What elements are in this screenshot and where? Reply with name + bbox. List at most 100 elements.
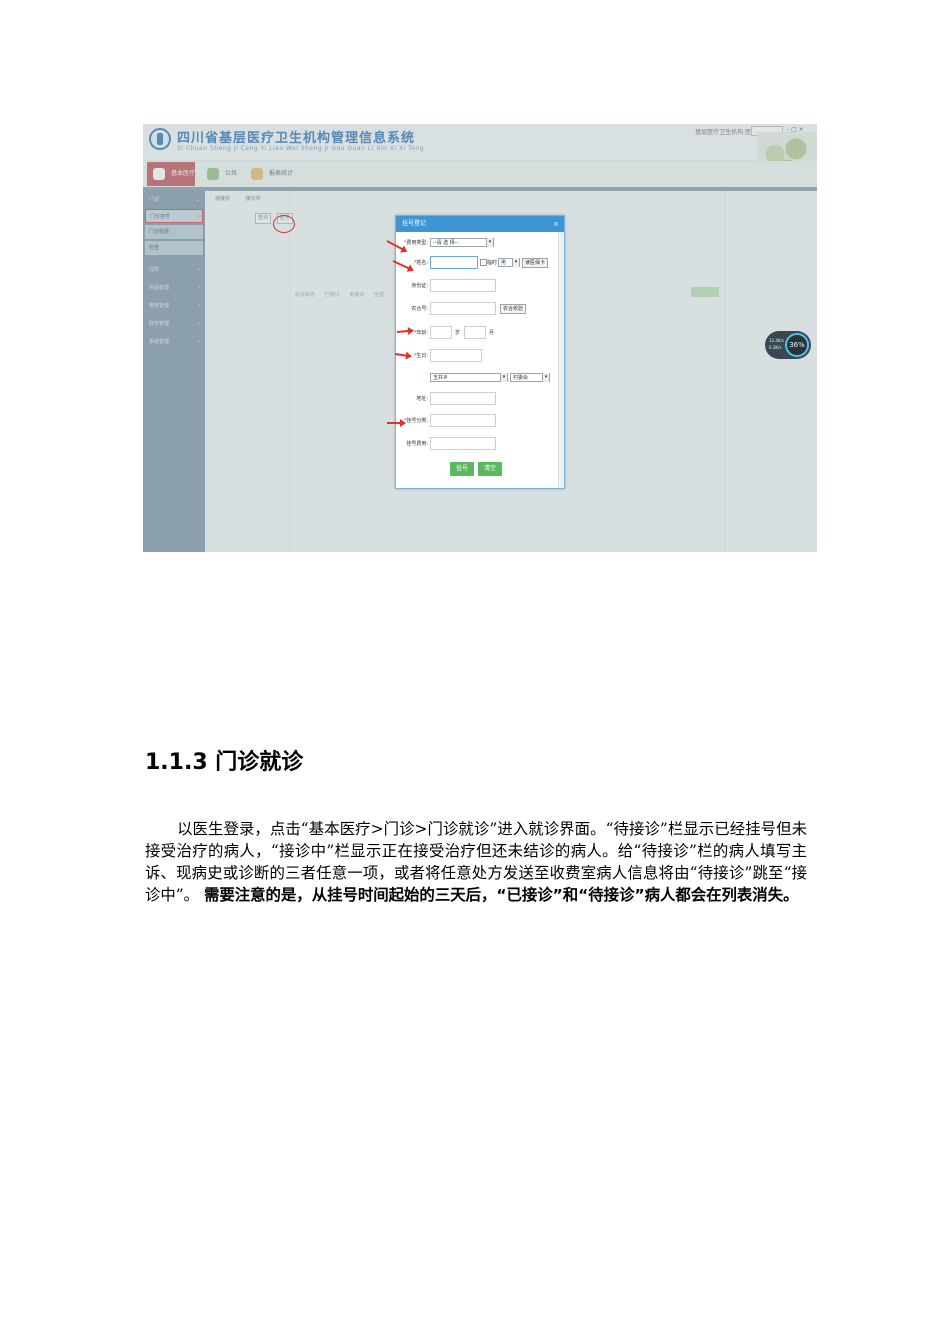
birthday-row: *生日: [396,349,556,363]
network-speed: 12.4K/s 0.3K/s [769,337,784,351]
sidebar-item-finance[interactable]: 财务管理 › [145,317,203,331]
address-input[interactable] [430,392,496,405]
medical-cross-icon [153,168,165,180]
age-year-input[interactable] [430,326,452,339]
address-label: 地址: [416,396,428,402]
status-item: 就诊状态 [295,292,316,298]
dialog-scrollbar[interactable] [558,232,564,488]
reg-fee-label: 挂号费用: [406,441,428,447]
status-item[interactable]: 已接诊 [325,292,340,298]
net-up: 12.4K/s [769,338,784,343]
main-tabs: 基本医疗 公共卫生 报表统计 [143,161,817,201]
chevron-right-icon: › [196,213,199,220]
tab-in-progress[interactable]: 接诊中 [246,195,261,202]
system-title: 四川省基层医疗卫生机构管理信息系统 [177,131,416,146]
reg-fee-input[interactable] [430,437,496,450]
clear-button[interactable]: 清空 [478,462,502,476]
sidebar-item-label: 检查 [149,245,160,251]
age-year-unit: 岁 [455,330,461,336]
chevron-down-icon: ⌄ [194,196,200,203]
patient-list-pane [205,191,290,552]
birthday-input[interactable] [430,349,482,362]
region-row: 玉井乡 村委会 [396,371,556,385]
tab-label: 基本医疗 [171,170,196,177]
sidebar: 门诊 ⌄ 门诊挂号 › 门诊收费 检查 住院 › 药品管理 › 物资管理 › 财… [143,191,205,552]
reg-category-input[interactable] [430,414,496,427]
annotation-arrow-icon [387,419,406,427]
section-paragraph: 以医生登录，点击“基本医疗>门诊>门诊就诊”进入就诊界面。“待接诊”栏显示已经挂… [145,818,807,906]
age-month-input[interactable] [464,326,486,339]
gender-select[interactable]: 男 [498,258,520,267]
highlight-circle [273,215,295,233]
sidebar-item-system[interactable]: 系统管理 › [145,335,203,349]
system-subtitle: Si Chuan Sheng Ji Ceng Yi Liao Wei Sheng… [177,145,425,152]
memory-gauge: 36% [785,333,809,357]
system-header: 四川省基层医疗卫生机构管理信息系统 Si Chuan Sheng Ji Ceng… [143,124,817,161]
sidebar-item-exam[interactable]: 检查 [145,241,203,255]
fee-type-select[interactable]: --请 选 择-- [430,238,494,247]
birthday-label: *生日: [413,353,428,359]
chevron-right-icon: › [197,266,200,273]
temp-label: 临时 [487,260,498,266]
dialog-title: 挂号登记 [402,220,427,227]
register-submit-button[interactable]: 挂号 [450,462,474,476]
tab-label: 报表统计 [269,170,294,177]
registration-dialog: 挂号登记 × *费用类型: --请 选 择-- *姓名: 临时 男 读医保卡 身… [395,215,565,489]
id-card-input[interactable] [430,279,496,292]
chevron-right-icon: › [197,320,200,327]
home-icon [207,168,219,180]
speed-widget: 12.4K/s 0.3K/s 36% [765,331,811,359]
dialog-header: 挂号登记 × [396,216,564,232]
read-card-button[interactable]: 读医保卡 [522,258,549,268]
section-heading: 1.1.3 门诊就诊 [145,750,304,775]
chevron-right-icon: › [197,284,200,291]
chevron-right-icon: › [197,338,200,345]
sidebar-item-inpatient[interactable]: 住院 › [145,263,203,277]
tab-reports[interactable]: 报表统计 [245,162,293,186]
user-info: 基层医疗卫生机构 医生 [695,129,757,136]
sidebar-item-drugs[interactable]: 药品管理 › [145,281,203,295]
township-select[interactable]: 玉井乡 [430,373,508,382]
tab-waiting[interactable]: 待接诊 [215,195,230,202]
net-down: 0.3K/s [769,345,782,350]
chevron-right-icon: › [197,302,200,309]
sidebar-item-label: 门诊收费 [149,229,170,235]
sidebar-item-outpatient[interactable]: 门诊 ⌄ [145,193,203,207]
sidebar-item-outpatient-charge[interactable]: 门诊收费 [145,225,203,239]
sidebar-item-label: 住院 [149,267,160,273]
sidebar-item-label: 系统管理 [149,339,170,345]
content-tabs: 待接诊 接诊中 [215,195,275,202]
reg-category-label: *挂号分类: [404,418,428,424]
sidebar-item-label: 门诊 [149,197,160,203]
id-card-row: 身份证: [396,279,556,293]
nhc-check-button[interactable]: 农合校验 [500,304,527,314]
age-label: *年龄: [413,330,428,336]
status-filter: 就诊状态 已接诊 未接诊 全部 [295,291,392,298]
sidebar-item-label: 门诊挂号 [150,214,171,220]
address-row: 地址: [396,392,556,406]
sidebar-item-label: 物资管理 [149,303,170,309]
nhc-row: 农合号: 农合校验 [396,302,556,316]
system-logo-icon [149,128,171,150]
temp-checkbox[interactable] [480,259,487,266]
action-button[interactable] [691,287,719,297]
sidebar-item-outpatient-registration[interactable]: 门诊挂号 › [145,209,203,223]
status-item[interactable]: 全部 [374,292,384,298]
name-input[interactable] [430,256,478,269]
sidebar-item-materials[interactable]: 物资管理 › [145,299,203,313]
id-card-label: 身份证: [411,283,428,289]
status-item[interactable]: 未接诊 [349,292,364,298]
close-icon[interactable]: × [553,216,559,232]
sidebar-item-label: 药品管理 [149,285,170,291]
village-select[interactable]: 村委会 [510,373,550,382]
sidebar-item-label: 财务管理 [149,321,170,327]
tab-basic-medical[interactable]: 基本医疗 [147,162,195,186]
tab-public-health[interactable]: 公共卫生 [201,162,239,201]
nhc-input[interactable] [430,302,496,315]
reg-category-row: *挂号分类: [396,414,556,428]
age-month-unit: 月 [489,330,495,336]
age-row: *年龄: 岁 月 [396,326,556,340]
query-button[interactable]: 查询 [255,213,272,224]
name-label: *姓名: [413,260,428,266]
embedded-screenshot: 四川省基层医疗卫生机构管理信息系统 Si Chuan Sheng Ji Ceng… [143,124,817,552]
